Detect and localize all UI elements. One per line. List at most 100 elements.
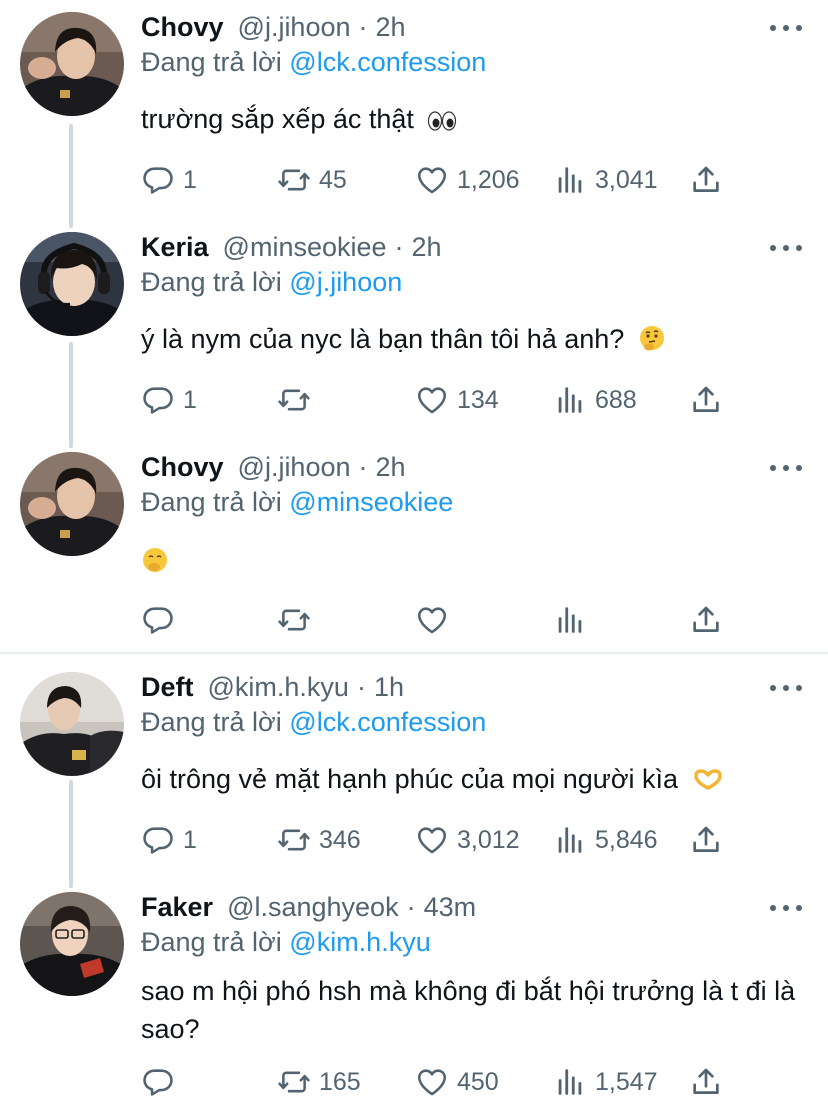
share-button[interactable] <box>689 160 723 200</box>
avatar[interactable] <box>20 452 124 556</box>
like-button[interactable]: 3,012 <box>415 820 520 860</box>
views-icon <box>553 823 587 857</box>
more-icon <box>770 685 776 691</box>
like-button[interactable]: 450 <box>415 1062 499 1102</box>
tweet-header: Faker @l.sanghyeok · 43m <box>141 892 476 926</box>
thread-divider <box>0 652 828 654</box>
share-button[interactable] <box>689 820 723 860</box>
tweet[interactable]: Chovy @j.jihoon · 2h Đang trả lời @minse… <box>0 440 828 652</box>
retweet-icon <box>277 163 311 197</box>
reply-button[interactable]: 1 <box>141 820 197 860</box>
share-button[interactable] <box>689 380 723 420</box>
views-button[interactable] <box>553 600 595 640</box>
eyes-emoji-icon <box>427 104 457 142</box>
retweet-count: 346 <box>319 825 361 854</box>
display-name[interactable]: Keria <box>141 232 209 263</box>
timestamp[interactable]: 2h <box>412 232 442 263</box>
more-options-button[interactable] <box>770 458 802 478</box>
share-button[interactable] <box>689 600 723 640</box>
replying-to: Đang trả lời @lck.confession <box>141 707 486 738</box>
display-name[interactable]: Faker <box>141 892 213 923</box>
reply-mention-link[interactable]: @kim.h.kyu <box>289 927 430 957</box>
display-name[interactable]: Chovy <box>141 452 224 483</box>
tweet-text-content: trường sắp xếp ác thật <box>141 104 414 134</box>
reply-button[interactable]: 1 <box>141 160 197 200</box>
avatar[interactable] <box>20 672 124 776</box>
share-icon <box>689 1065 723 1099</box>
timestamp[interactable]: 43m <box>424 892 477 923</box>
share-icon <box>689 383 723 417</box>
more-options-button[interactable] <box>770 18 802 38</box>
avatar[interactable] <box>20 12 124 116</box>
views-icon <box>553 1065 587 1099</box>
replying-to: Đang trả lời @j.jihoon <box>141 267 402 298</box>
tweet-actions: 1 346 3,012 5,846 <box>141 820 741 860</box>
reply-mention-link[interactable]: @minseokiee <box>289 487 453 517</box>
like-button[interactable] <box>415 600 457 640</box>
like-button[interactable]: 134 <box>415 380 499 420</box>
more-icon <box>770 25 776 31</box>
retweet-count: 45 <box>319 165 347 194</box>
like-button[interactable]: 1,206 <box>415 160 520 200</box>
user-handle[interactable]: @kim.h.kyu <box>208 672 349 703</box>
avatar[interactable] <box>20 892 124 996</box>
views-icon <box>553 383 587 417</box>
views-button[interactable]: 1,547 <box>553 1062 658 1102</box>
user-handle[interactable]: @j.jihoon <box>238 12 351 43</box>
reply-button[interactable] <box>141 600 183 640</box>
reply-icon <box>141 603 175 637</box>
tweet[interactable]: Chovy @j.jihoon · 2h Đang trả lời @lck.c… <box>0 0 828 220</box>
avatar[interactable] <box>20 232 124 336</box>
user-handle[interactable]: @l.sanghyeok <box>227 892 399 923</box>
views-button[interactable]: 5,846 <box>553 820 658 860</box>
tweet-header: Deft @kim.h.kyu · 1h <box>141 672 404 706</box>
retweet-button[interactable]: 346 <box>277 820 361 860</box>
more-options-button[interactable] <box>770 238 802 258</box>
tweet-text: trường sắp xếp ác thật <box>141 100 801 142</box>
separator-dot: · <box>358 12 368 42</box>
tweet-text-content: ý là nym của nyc là bạn thân tôi hả anh? <box>141 324 625 354</box>
tweet-text: ý là nym của nyc là bạn thân tôi hả anh? <box>141 320 801 362</box>
timestamp[interactable]: 1h <box>374 672 404 703</box>
retweet-button[interactable]: 45 <box>277 160 347 200</box>
like-icon <box>415 823 449 857</box>
views-button[interactable]: 3,041 <box>553 160 658 200</box>
tweet-text-content: ôi trông vẻ mặt hạnh phúc của mọi người … <box>141 764 679 794</box>
user-handle[interactable]: @minseokiee <box>223 232 387 263</box>
reply-prefix: Đang trả lời <box>141 267 282 297</box>
reply-button[interactable]: 1 <box>141 380 197 420</box>
timestamp[interactable]: 2h <box>376 452 406 483</box>
tweet-text: ôi trông vẻ mặt hạnh phúc của mọi người … <box>141 760 801 802</box>
like-icon <box>415 603 449 637</box>
reply-mention-link[interactable]: @j.jihoon <box>289 267 402 297</box>
thinking-face-emoji-icon <box>638 324 666 362</box>
views-icon <box>553 163 587 197</box>
like-icon <box>415 1065 449 1099</box>
retweet-button[interactable]: 165 <box>277 1062 361 1102</box>
reply-mention-link[interactable]: @lck.confession <box>289 707 486 737</box>
share-icon <box>689 603 723 637</box>
reply-prefix: Đang trả lời <box>141 707 282 737</box>
tweet[interactable]: Deft @kim.h.kyu · 1h Đang trả lời @lck.c… <box>0 660 828 880</box>
reply-mention-link[interactable]: @lck.confession <box>289 47 486 77</box>
user-handle[interactable]: @j.jihoon <box>238 452 351 483</box>
reply-icon <box>141 163 175 197</box>
views-icon <box>553 603 587 637</box>
display-name[interactable]: Chovy <box>141 12 224 43</box>
retweet-icon <box>277 1065 311 1099</box>
more-options-button[interactable] <box>770 678 802 698</box>
share-button[interactable] <box>689 1062 723 1102</box>
tweet[interactable]: Keria @minseokiee · 2h Đang trả lời @j.j… <box>0 220 828 440</box>
more-options-button[interactable] <box>770 898 802 918</box>
views-button[interactable]: 688 <box>553 380 637 420</box>
retweet-button[interactable] <box>277 600 319 640</box>
replying-to: Đang trả lời @kim.h.kyu <box>141 927 431 958</box>
retweet-button[interactable] <box>277 380 319 420</box>
timestamp[interactable]: 2h <box>376 12 406 43</box>
views-count: 3,041 <box>595 165 658 194</box>
more-icon <box>770 905 776 911</box>
like-icon <box>415 383 449 417</box>
display-name[interactable]: Deft <box>141 672 194 703</box>
tweet[interactable]: Faker @l.sanghyeok · 43m Đang trả lời @k… <box>0 880 828 1114</box>
reply-button[interactable] <box>141 1062 183 1102</box>
